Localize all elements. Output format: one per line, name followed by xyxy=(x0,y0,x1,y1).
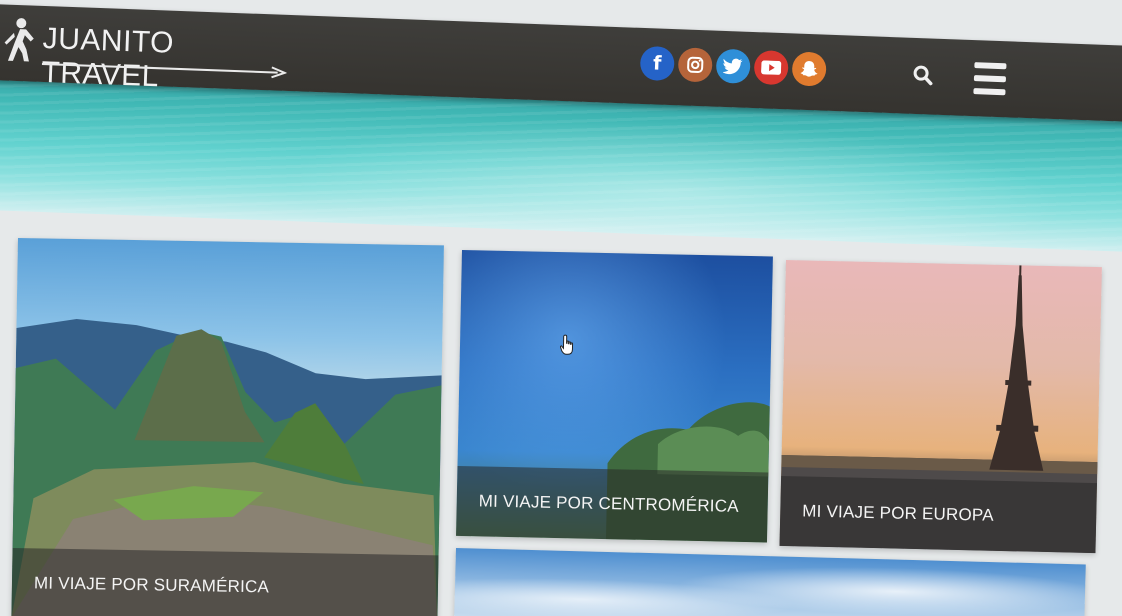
card-label-overlay: MI VIAJE POR EUROPA xyxy=(779,475,1098,554)
page: JUANITO TRAVEL f MI VIAJE POR SURAMÉRICA… xyxy=(0,0,1122,616)
facebook-glyph: f xyxy=(652,52,662,75)
card-europa[interactable]: MI VIAJE POR EUROPA xyxy=(779,260,1102,554)
instagram-glyph xyxy=(687,56,704,73)
card-centroamerica[interactable]: MI VIAJE POR CENTROMÉRICA xyxy=(456,250,773,543)
search-icon xyxy=(913,65,933,86)
card-title[interactable]: MI VIAJE POR EUROPA xyxy=(780,501,994,526)
youtube-icon[interactable] xyxy=(753,50,789,86)
card-title[interactable]: MI VIAJE POR CENTROMÉRICA xyxy=(457,491,739,517)
menu-line xyxy=(973,88,1006,96)
facebook-icon[interactable]: f xyxy=(639,45,675,82)
instagram-icon[interactable] xyxy=(677,47,713,83)
card-partial-clouds[interactable] xyxy=(453,548,1086,616)
card-label-overlay: MI VIAJE POR CENTROMÉRICA xyxy=(456,465,769,543)
site-logo[interactable]: JUANITO TRAVEL xyxy=(0,6,300,93)
hand-cursor-icon xyxy=(559,334,574,355)
card-suramerica[interactable]: MI VIAJE POR SURAMÉRICA xyxy=(11,238,444,616)
card-title[interactable]: MI VIAJE POR SURAMÉRICA xyxy=(12,573,269,597)
social-links: f xyxy=(639,45,827,87)
search-button[interactable] xyxy=(907,60,938,91)
menu-line xyxy=(973,75,1007,83)
traveler-icon xyxy=(4,18,34,62)
snapchat-icon[interactable] xyxy=(791,51,827,87)
youtube-glyph xyxy=(761,60,782,75)
twitter-glyph xyxy=(722,58,743,75)
card-label-overlay: MI VIAJE POR SURAMÉRICA xyxy=(11,547,439,616)
twitter-icon[interactable] xyxy=(715,48,751,84)
snapchat-glyph xyxy=(800,61,818,77)
menu-line xyxy=(974,62,1007,70)
hamburger-menu-icon[interactable] xyxy=(973,62,1007,96)
